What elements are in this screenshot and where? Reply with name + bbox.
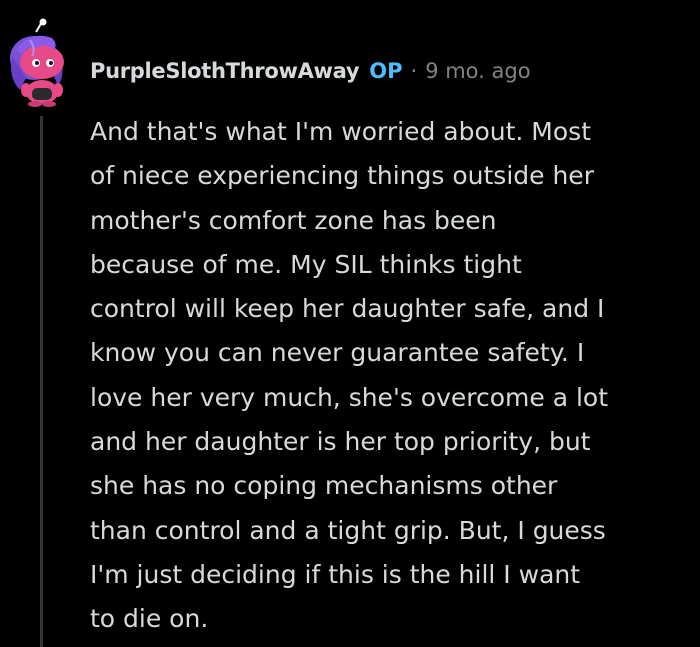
author-username[interactable]: PurpleSlothThrowAway [90, 59, 360, 83]
comment-body-line: mother's comfort zone has been [90, 205, 497, 235]
comment-body-line: And that's what I'm worried about. Most [90, 117, 592, 146]
comment-body-line: and her daughter is her top priority, bu… [90, 427, 591, 457]
snoo-avatar-icon[interactable] [6, 18, 74, 108]
comment-body-line: because of me. My SIL thinks tight [90, 249, 522, 279]
comment-header: PurpleSlothThrowAway OP · 9 mo. ago [90, 56, 531, 86]
comment-body-line: love her very much, she's overcome a lot [90, 382, 609, 412]
separator-dot: · [410, 59, 418, 83]
comment-body-line: control will keep her daughter safe, and… [90, 294, 605, 324]
comment-body-line: of niece experiencing things outside her [90, 161, 594, 191]
comment-body-line: know you can never guarantee safety. I [90, 338, 585, 368]
comment-body-line: I'm just deciding if this is the hill I … [90, 559, 581, 589]
comment-body-line: she has no coping mechanisms other [90, 471, 558, 501]
comment-body: And that's what I'm worried about. Most … [90, 110, 680, 642]
comment: PurpleSlothThrowAway OP · 9 mo. ago And … [0, 0, 700, 647]
comment-timestamp[interactable]: 9 mo. ago [425, 59, 530, 83]
op-badge: OP [369, 59, 403, 83]
comment-body-line: than control and a tight grip. But, I gu… [90, 515, 606, 545]
thread-collapse-line[interactable] [40, 116, 43, 647]
comment-body-line: to die on. [90, 604, 209, 634]
